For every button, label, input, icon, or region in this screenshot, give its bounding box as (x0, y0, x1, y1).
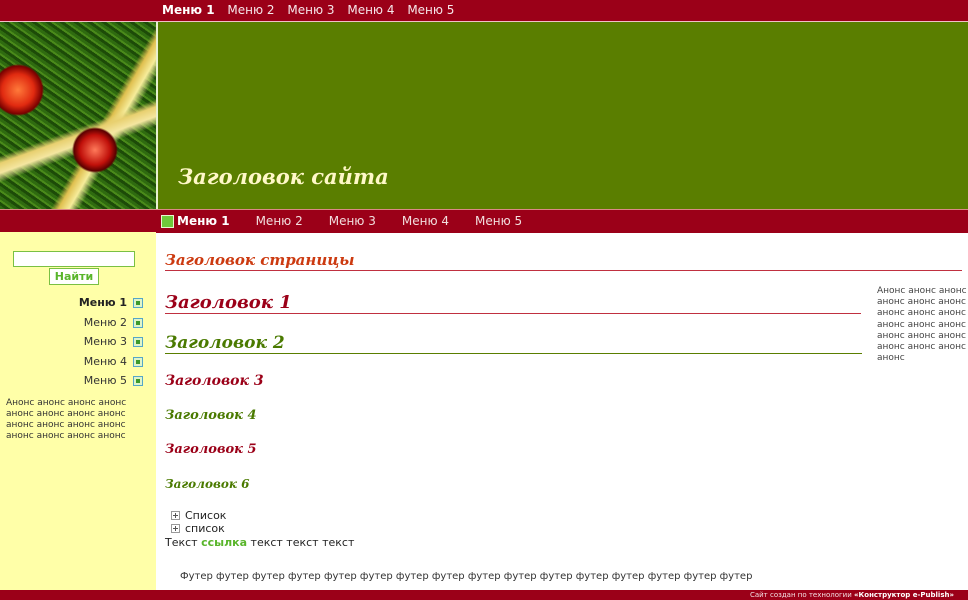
bullet-icon (133, 336, 143, 347)
bullet-icon (133, 317, 143, 328)
sidebar-item-4[interactable]: Меню 4 (84, 355, 143, 368)
page-title: Заголовок страницы (165, 251, 962, 271)
body-text: Текст ссылка текст текст текст (165, 536, 354, 549)
sidebar: Найти Меню 1 Меню 2 Меню 3 Меню 4 Меню 5… (0, 232, 156, 590)
footer-bar: Сайт создан по технологии «Конструктор e… (0, 590, 968, 600)
right-anons: Анонс анонс анонс анонс анонс анонс анон… (877, 286, 967, 364)
sidebar-item-3[interactable]: Меню 3 (84, 335, 143, 348)
credit-brand-link[interactable]: «Конструктор e-Publish» (854, 591, 954, 599)
plus-bullet-icon (171, 524, 180, 533)
list-item: Список (171, 509, 226, 522)
text-after-link: текст текст текст (250, 536, 355, 549)
top-menu-item-5[interactable]: Меню 5 (407, 3, 454, 17)
content-link[interactable]: ссылка (201, 536, 247, 549)
sidebar-item-label: Меню 5 (83, 374, 127, 387)
site-header: Заголовок сайта (0, 22, 968, 209)
nav-item-5[interactable]: Меню 5 (475, 214, 522, 228)
search-button[interactable]: Найти (49, 268, 99, 285)
heading-1: Заголовок 1 (165, 292, 861, 314)
sidebar-item-label: Меню 2 (83, 316, 127, 329)
heading-2: Заголовок 2 (165, 333, 862, 354)
main-nav: Меню 1 Меню 2 Меню 3 Меню 4 Меню 5 (161, 214, 548, 228)
sidebar-anons: Анонс анонс анонс анонс анонс анонс анон… (6, 398, 127, 441)
top-menu-bar: Меню 1 Меню 2 Меню 3 Меню 4 Меню 5 (0, 0, 968, 22)
plus-bullet-icon (171, 511, 180, 520)
site-title[interactable]: Заголовок сайта (178, 164, 389, 189)
text-before-link: Текст (165, 536, 198, 549)
nav-item-3[interactable]: Меню 3 (329, 214, 376, 228)
list-item: список (171, 522, 225, 535)
top-menu-item-3[interactable]: Меню 3 (287, 3, 334, 17)
heading-3: Заголовок 3 (165, 373, 264, 389)
top-menu-item-2[interactable]: Меню 2 (227, 3, 274, 17)
list-item-label: Список (185, 509, 227, 522)
top-menu-item-4[interactable]: Меню 4 (347, 3, 394, 17)
footer-credit: Сайт создан по технологии «Конструктор e… (750, 590, 954, 600)
sidebar-item-label: Меню 3 (83, 335, 127, 348)
nav-item-4[interactable]: Меню 4 (402, 214, 449, 228)
search-input[interactable] (13, 251, 135, 267)
sidebar-item-label: Меню 1 (78, 296, 127, 309)
list-item-label: список (185, 522, 225, 535)
nav-item-2[interactable]: Меню 2 (256, 214, 303, 228)
active-square-icon (161, 214, 174, 228)
footer-text: Футер футер футер футер футер футер футе… (180, 571, 753, 582)
heading-5: Заголовок 5 (165, 442, 257, 457)
top-menu: Меню 1 Меню 2 Меню 3 Меню 4 Меню 5 (162, 3, 463, 17)
bullet-icon (133, 297, 143, 308)
nav-item-1[interactable]: Меню 1 (177, 214, 230, 228)
heading-6: Заголовок 6 (165, 477, 250, 491)
sidebar-item-5[interactable]: Меню 5 (84, 374, 143, 387)
bullet-icon (133, 356, 143, 367)
sidebar-item-2[interactable]: Меню 2 (84, 316, 143, 329)
christmas-tree-photo (0, 22, 158, 209)
sidebar-item-label: Меню 4 (83, 355, 127, 368)
main-nav-bar: Меню 1 Меню 2 Меню 3 Меню 4 Меню 5 (0, 209, 968, 233)
top-menu-item-1[interactable]: Меню 1 (162, 3, 215, 17)
sidebar-item-1[interactable]: Меню 1 (79, 296, 143, 309)
credit-prefix: Сайт создан по технологии (749, 591, 852, 599)
heading-4: Заголовок 4 (165, 408, 257, 423)
bullet-icon (133, 375, 143, 386)
